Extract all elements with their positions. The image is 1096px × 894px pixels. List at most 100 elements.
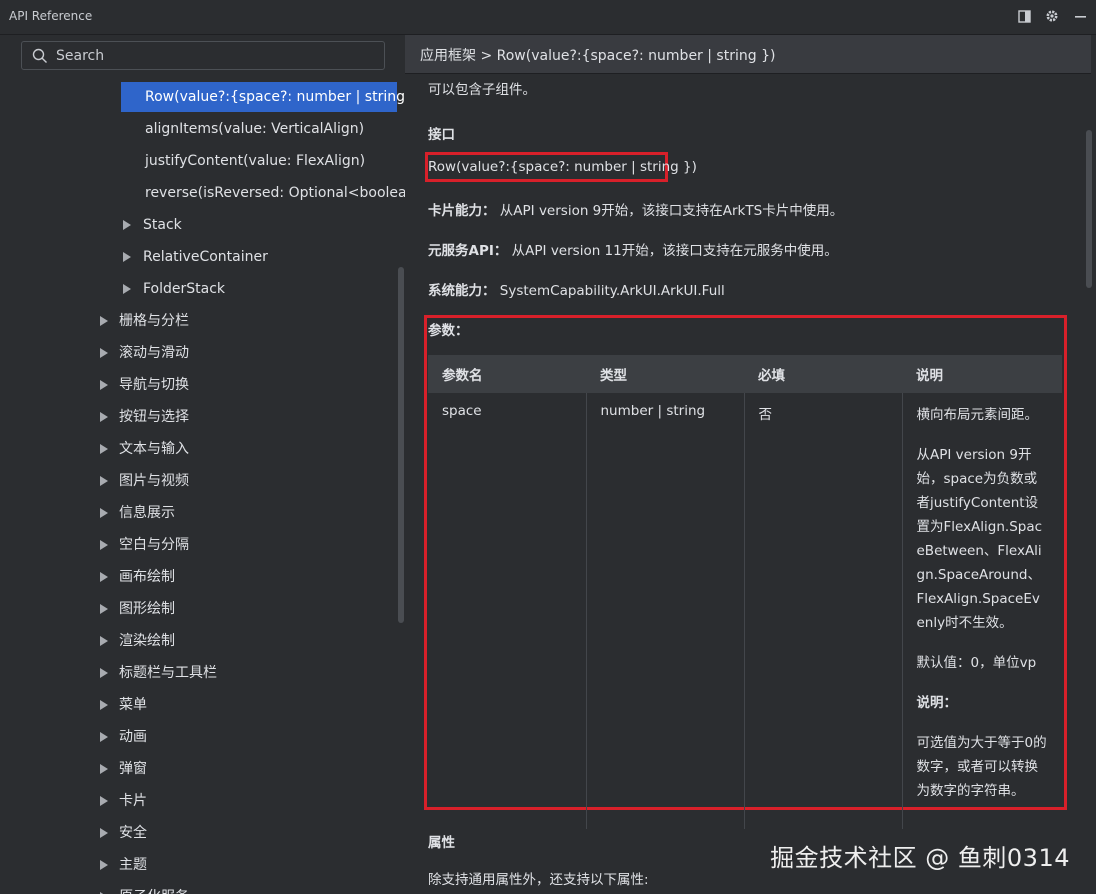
tree-item-selected[interactable]: Row(value?:{space?: number | string }) [121,82,405,112]
system-capability: 系统能力： SystemCapability.ArkUI.ArkUI.Full [428,279,725,299]
tree-item[interactable]: 安全 [0,818,398,848]
cell-name: space [428,393,587,829]
window-title: API Reference [9,9,93,23]
title-bar: API Reference [0,0,1096,35]
gear-icon[interactable] [1044,8,1060,24]
tree-arrow-icon[interactable] [100,604,108,614]
tree-arrow-icon[interactable] [100,828,108,838]
tree-item[interactable]: alignItems(value: VerticalAlign) [0,114,398,144]
tree-arrow-icon[interactable] [100,316,108,326]
meta-service-text: 从API version 11开始，该接口支持在元服务中使用。 [511,243,838,259]
minimize-icon[interactable] [1072,8,1088,24]
tree-item-label: Row(value?:{space?: number | string }) [145,89,405,105]
tree-arrow-icon[interactable] [100,412,108,422]
search-input[interactable] [54,45,378,67]
tree-item[interactable]: 图片与视频 [0,466,398,496]
tree-arrow-icon[interactable] [100,380,108,390]
tree-item-label: 卡片 [119,793,147,809]
tree-item-label: justifyContent(value: FlexAlign) [145,153,366,169]
tree-item[interactable]: FolderStack [0,274,398,304]
tree-item[interactable]: 弹窗 [0,754,398,784]
tree-item[interactable]: 主题 [0,850,398,880]
tree-arrow-icon[interactable] [100,700,108,710]
params-table: 参数名 类型 必填 说明 space number | string 否 横向布… [428,355,1062,829]
tree-arrow-icon[interactable] [100,540,108,550]
tree-arrow-icon[interactable] [100,572,108,582]
tree-arrow-icon[interactable] [100,668,108,678]
tree-item[interactable]: 标题栏与工具栏 [0,658,398,688]
header-name: 参数名 [428,355,586,393]
tree-arrow-icon[interactable] [100,764,108,774]
tree-arrow-icon[interactable] [100,860,108,870]
cell-desc: 横向布局元素间距。 从API version 9开始，space为负数或者jus… [902,393,1062,829]
tree-item-label: 安全 [119,825,147,841]
tree-item-label: 图片与视频 [119,473,189,489]
tree-arrow-icon[interactable] [100,796,108,806]
intro-text: 可以包含子组件。 [428,82,536,98]
watermark: 掘金技术社区 @ 鱼刺0314 [770,844,1070,872]
tree-item[interactable]: 栅格与分栏 [0,306,398,336]
tree-item-label: 原子化服务 [119,882,189,894]
tree-item-label: 栅格与分栏 [119,313,189,329]
tree-item[interactable]: 空白与分隔 [0,530,398,560]
tree-arrow-icon[interactable] [100,636,108,646]
tree-arrow-icon[interactable] [100,476,108,486]
tree-arrow-icon[interactable] [100,444,108,454]
sidebar-scrollbar[interactable] [398,267,404,623]
meta-service-api: 元服务API： 从API version 11开始，该接口支持在元服务中使用。 [428,239,838,259]
tree-item[interactable]: 导航与切换 [0,370,398,400]
tree-item-label: 滚动与滑动 [119,345,189,361]
tree-arrow-icon[interactable] [123,220,131,230]
system-capability-text: SystemCapability.ArkUI.ArkUI.Full [499,283,725,299]
tree-item[interactable]: 图形绘制 [0,594,398,624]
search-box[interactable] [21,41,385,70]
breadcrumb: 应用框架 > Row(value?:{space?: number | stri… [405,35,1091,74]
desc-line: 从API version 9开始，space为负数或者justifyConten… [916,447,1043,631]
tree-item[interactable]: 菜单 [0,690,398,720]
tree-item-label: reverse(isReversed: Optional<boolean>) [145,185,405,201]
content-scrollbar[interactable] [1086,130,1092,288]
tree-item-label: 主题 [119,857,147,873]
card-capability-text: 从API version 9开始，该接口支持在ArkTS卡片中使用。 [499,203,844,219]
search-icon [32,48,47,63]
doc-content: 应用框架 > Row(value?:{space?: number | stri… [405,35,1096,894]
tree-item[interactable]: RelativeContainer [0,242,398,272]
restore-icon[interactable] [1016,8,1032,24]
tree-item[interactable]: Stack [0,210,398,240]
tree-item-label: 按钮与选择 [119,409,189,425]
tree-item[interactable]: 动画 [0,722,398,752]
tree-arrow-icon[interactable] [123,284,131,294]
table-row: space number | string 否 横向布局元素间距。 从API v… [428,393,1062,829]
tree-item-label: 信息展示 [119,505,175,521]
tree-item-label: 导航与切换 [119,377,189,393]
tree-item[interactable]: 渲染绘制 [0,626,398,656]
tree-item[interactable]: 文本与输入 [0,434,398,464]
tree-item[interactable]: justifyContent(value: FlexAlign) [0,146,398,176]
tree-arrow-icon[interactable] [100,348,108,358]
breadcrumb-text[interactable]: 应用框架 > Row(value?:{space?: number | stri… [420,45,775,65]
tree-item-label: 文本与输入 [119,441,189,457]
tree-item-label: 图形绘制 [119,601,175,617]
tree-item-label: 画布绘制 [119,569,175,585]
params-heading: 参数： [428,323,469,339]
tree-item[interactable]: 画布绘制 [0,562,398,592]
attr-heading: 属性 [428,835,455,851]
tree-item[interactable]: 信息展示 [0,498,398,528]
header-type: 类型 [586,355,744,393]
cell-type: number | string [586,393,745,829]
desc-note-label: 说明： [916,695,958,711]
tree-arrow-icon[interactable] [100,732,108,742]
tree-arrow-icon[interactable] [100,508,108,518]
tree-item[interactable]: 按钮与选择 [0,402,398,432]
header-desc: 说明 [902,355,1062,393]
tree-item[interactable]: 滚动与滑动 [0,338,398,368]
tree-item[interactable]: 卡片 [0,786,398,816]
table-header-row: 参数名 类型 必填 说明 [428,355,1062,393]
tree-item-label: 动画 [119,729,147,745]
tree-item[interactable]: reverse(isReversed: Optional<boolean>) [0,178,405,208]
desc-line: 横向布局元素间距。 [916,407,1039,423]
tree-item[interactable]: 原子化服务 [0,882,398,894]
tree-item-label: 菜单 [119,697,147,713]
card-capability-label: 卡片能力： [428,203,496,219]
tree-arrow-icon[interactable] [123,252,131,262]
